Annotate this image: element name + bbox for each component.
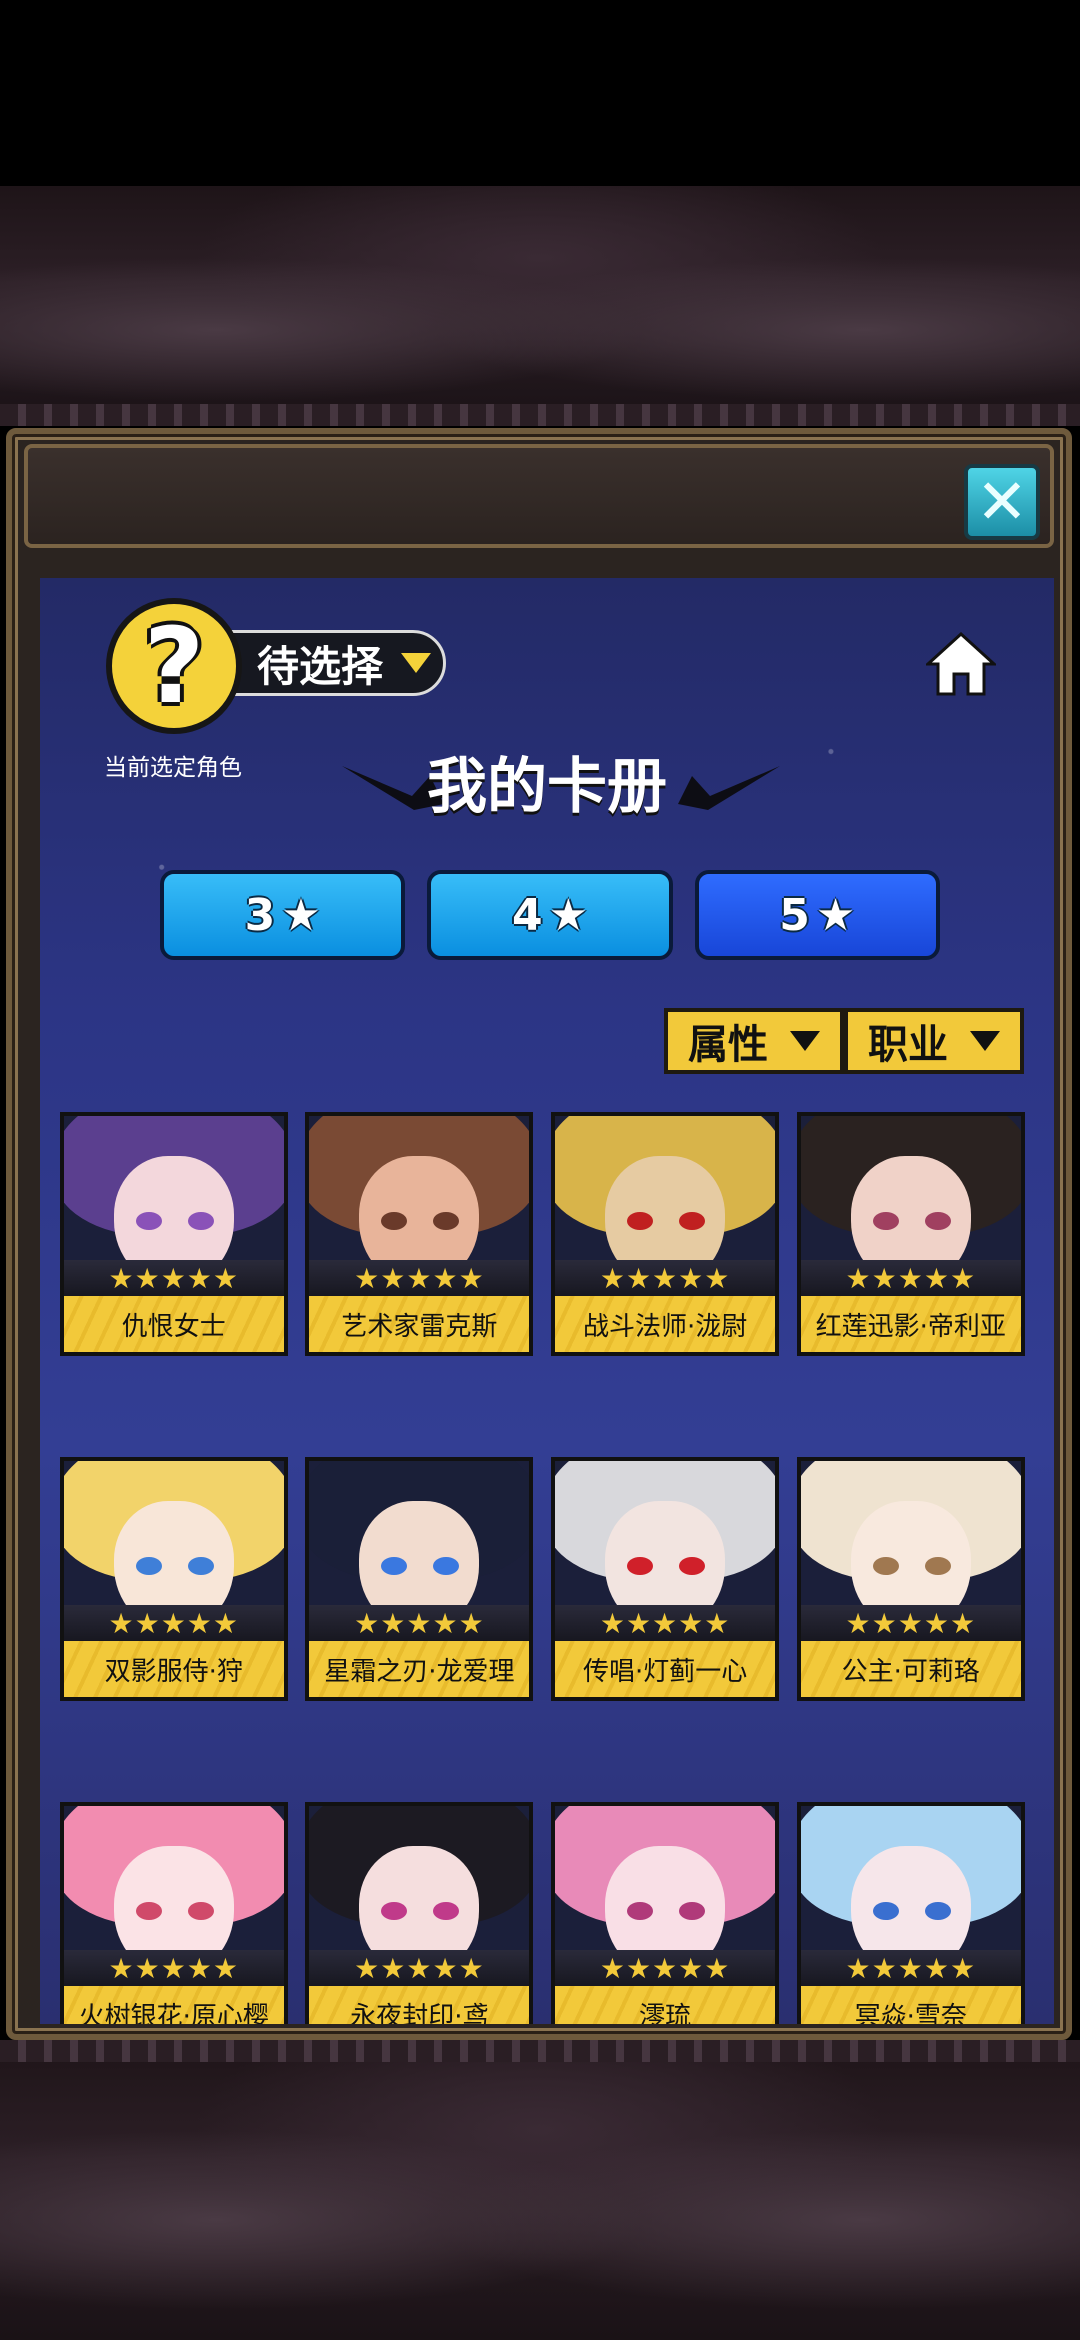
ornate-bottom-border [0, 2040, 1080, 2340]
character-name: 公主·可莉珞 [800, 1641, 1021, 1697]
star-rating: ★★★★★ [555, 1950, 776, 1986]
current-role-avatar[interactable]: ? [106, 598, 242, 734]
character-portrait [800, 1116, 1021, 1266]
character-portrait [800, 1806, 1021, 1956]
title-bar: ✕ [24, 444, 1054, 548]
character-portrait [309, 1806, 530, 1956]
character-name: 澪琉 [555, 1986, 776, 2024]
star-rating: ★★★★★ [555, 1260, 776, 1296]
character-portrait [63, 1116, 284, 1266]
character-portrait [555, 1461, 776, 1611]
star-rating: ★★★★★ [309, 1605, 530, 1641]
character-portrait [555, 1116, 776, 1266]
star-rating: ★★★★★ [63, 1950, 284, 1986]
character-card[interactable]: ★★★★★ 艺术家雷克斯 [305, 1112, 534, 1356]
character-card[interactable]: ★★★★★ 星霜之刃·龙爱理 [305, 1457, 534, 1701]
character-card[interactable]: ★★★★★ 仇恨女士 [59, 1112, 288, 1356]
character-name: 传唱·灯蓟一心 [555, 1641, 776, 1697]
album-window: ✕ ? 待选择 当前选定角色 我的卡册 3 ★ 4 ★ 5 ★ 属性 职业 ★★… [6, 428, 1072, 2040]
character-portrait [309, 1461, 530, 1611]
character-name: 星霜之刃·龙爱理 [309, 1641, 530, 1697]
character-portrait [63, 1461, 284, 1611]
character-portrait [63, 1806, 284, 1956]
character-card[interactable]: ★★★★★ 战斗法师·泷尉 [551, 1112, 780, 1356]
character-card[interactable]: ★★★★★ 公主·可莉珞 [796, 1457, 1025, 1701]
character-card[interactable]: ★★★★★ 红莲迅影·帝利亚 [796, 1112, 1025, 1356]
star-rating: ★★★★★ [800, 1605, 1021, 1641]
character-name: 红莲迅影·帝利亚 [800, 1296, 1021, 1352]
star-rating: ★★★★★ [309, 1260, 530, 1296]
character-name: 冥焱·雪奈 [800, 1986, 1021, 2024]
character-portrait [309, 1116, 530, 1266]
character-card[interactable]: ★★★★★ 澪琉 [551, 1802, 780, 2024]
star-rating: ★★★★★ [555, 1605, 776, 1641]
close-button[interactable]: ✕ [964, 464, 1040, 540]
character-card[interactable]: ★★★★★ 双影服侍·狩 [59, 1457, 288, 1701]
character-portrait [555, 1806, 776, 1956]
album-content: ? 待选择 当前选定角色 我的卡册 3 ★ 4 ★ 5 ★ 属性 职业 ★★★★… [40, 578, 1054, 2024]
star-rating: ★★★★★ [309, 1950, 530, 1986]
star-rating: ★★★★★ [63, 1260, 284, 1296]
character-name: 双影服侍·狩 [63, 1641, 284, 1697]
card-grid: ★★★★★ 仇恨女士 ★★★★★ 艺术家雷克斯 ★★★★★ 战斗法师·泷尉 ★★★★★ 红莲迅… [40, 578, 1054, 2024]
star-rating: ★★★★★ [800, 1260, 1021, 1296]
character-name: 战斗法师·泷尉 [555, 1296, 776, 1352]
star-rating: ★★★★★ [800, 1950, 1021, 1986]
question-mark-icon: ? [143, 605, 205, 727]
character-card[interactable]: ★★★★★ 传唱·灯蓟一心 [551, 1457, 780, 1701]
ornate-top-border [0, 186, 1080, 426]
character-name: 艺术家雷克斯 [309, 1296, 530, 1352]
character-name: 永夜封印·鸢 [309, 1986, 530, 2024]
character-card[interactable]: ★★★★★ 永夜封印·鸢 [305, 1802, 534, 2024]
star-rating: ★★★★★ [63, 1605, 284, 1641]
character-portrait [800, 1461, 1021, 1611]
close-icon: ✕ [976, 465, 1028, 538]
character-card[interactable]: ★★★★★ 火树银花·原心樱 [59, 1802, 288, 2024]
character-name: 火树银花·原心樱 [63, 1986, 284, 2024]
character-card[interactable]: ★★★★★ 冥焱·雪奈 [796, 1802, 1025, 2024]
character-name: 仇恨女士 [63, 1296, 284, 1352]
